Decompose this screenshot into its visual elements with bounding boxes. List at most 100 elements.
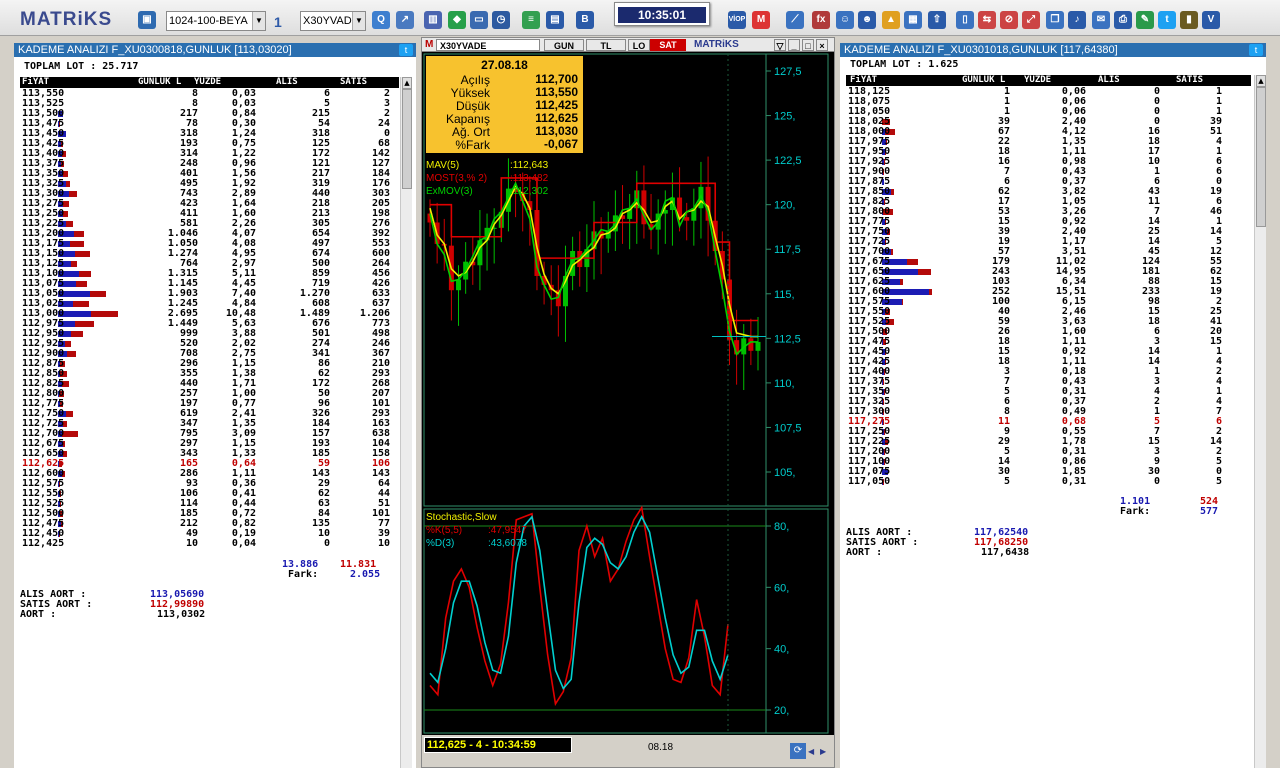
- table-row[interactable]: 113,350 401 1,56 217 184: [20, 169, 399, 179]
- maximize-icon[interactable]: □: [802, 39, 814, 51]
- table-row[interactable]: 118,000 67 4,12 16 51: [846, 127, 1251, 137]
- line-chart-icon[interactable]: ⟋: [786, 11, 804, 29]
- symbol-combo[interactable]: X30YVAD ▼: [300, 11, 366, 31]
- table-row[interactable]: 117,625 103 6,34 88 15: [846, 277, 1251, 287]
- tab-lo[interactable]: LO: [628, 39, 650, 51]
- chat-icon[interactable]: ✎: [1136, 11, 1154, 29]
- table-row[interactable]: 112,575 93 0,36 29 64: [20, 479, 399, 489]
- document-icon[interactable]: ▯: [956, 11, 974, 29]
- table-row[interactable]: 112,750 619 2,41 326 293: [20, 409, 399, 419]
- chevron-down-icon[interactable]: ▽: [774, 39, 786, 51]
- no-entry-icon[interactable]: ⊘: [1000, 11, 1018, 29]
- table-row[interactable]: 117,200 5 0,31 3 2: [846, 447, 1251, 457]
- pointer-icon[interactable]: ↗: [396, 11, 414, 29]
- refresh-icon[interactable]: ⟳: [790, 743, 806, 759]
- table-row[interactable]: 113,125 764 2,97 500 264: [20, 259, 399, 269]
- table-row[interactable]: 117,900 7 0,43 1 6: [846, 167, 1251, 177]
- table-row[interactable]: 117,800 53 3,26 7 46: [846, 207, 1251, 217]
- upload-icon[interactable]: ⇧: [928, 11, 946, 29]
- share-icon[interactable]: ⇆: [978, 11, 996, 29]
- verified-icon[interactable]: V: [1202, 11, 1220, 29]
- table-row[interactable]: 117,925 16 0,98 10 6: [846, 157, 1251, 167]
- table-row[interactable]: 112,775 197 0,77 96 101: [20, 399, 399, 409]
- table-row[interactable]: 112,725 347 1,35 184 163: [20, 419, 399, 429]
- scroll-right-icon[interactable]: ▶: [820, 747, 826, 756]
- table-row[interactable]: 113,500 217 0,84 215 2: [20, 109, 399, 119]
- window-icon[interactable]: ❐: [1046, 11, 1064, 29]
- close-icon[interactable]: ×: [816, 39, 828, 51]
- monitor-icon[interactable]: ▭: [470, 11, 488, 29]
- table-row[interactable]: 117,825 17 1,05 11 6: [846, 197, 1251, 207]
- chevron-down-icon[interactable]: ▼: [352, 12, 365, 30]
- table-row[interactable]: 113,325 495 1,92 319 176: [20, 179, 399, 189]
- table-row[interactable]: 117,575 100 6,15 98 2: [846, 297, 1251, 307]
- viop-icon[interactable]: VİOP: [728, 11, 746, 29]
- user-icon[interactable]: ☺: [836, 11, 854, 29]
- table-row[interactable]: 112,700 795 3,09 157 638: [20, 429, 399, 439]
- table-row[interactable]: 113,175 1.050 4,08 497 553: [20, 239, 399, 249]
- matriks-m-icon[interactable]: M: [752, 11, 770, 29]
- chevron-down-icon[interactable]: ▼: [252, 12, 265, 30]
- clock-icon[interactable]: ◷: [492, 11, 510, 29]
- scroll-left-icon[interactable]: ◀: [808, 747, 814, 756]
- table-row[interactable]: 112,425 10 0,04 0 10: [20, 539, 399, 549]
- table-row[interactable]: 112,500 185 0,72 84 101: [20, 509, 399, 519]
- table-icon[interactable]: ▤: [546, 11, 564, 29]
- table-row[interactable]: 117,050 5 0,31 0 5: [846, 477, 1251, 487]
- table-row[interactable]: 113,400 314 1,22 172 142: [20, 149, 399, 159]
- table-row[interactable]: 112,550 106 0,41 62 44: [20, 489, 399, 499]
- table-row[interactable]: 118,050 1 0,06 0 1: [846, 107, 1251, 117]
- table-row[interactable]: 112,900 708 2,75 341 367: [20, 349, 399, 359]
- table-row[interactable]: 117,475 18 1,11 3 15: [846, 337, 1251, 347]
- table-row[interactable]: 117,600 252 15,51 233 19: [846, 287, 1251, 297]
- page-combo[interactable]: 1024-100-BEYA ▼: [166, 11, 266, 31]
- table-row[interactable]: 117,775 15 0,92 14 1: [846, 217, 1251, 227]
- table-row[interactable]: 117,250 9 0,55 7 2: [846, 427, 1251, 437]
- formula-icon[interactable]: fx: [812, 11, 830, 29]
- table-row[interactable]: 112,850 355 1,38 62 293: [20, 369, 399, 379]
- table-row[interactable]: 113,025 1.245 4,84 608 637: [20, 299, 399, 309]
- table-row[interactable]: 113,000 2.695 10,48 1.489 1.206: [20, 309, 399, 319]
- table-row[interactable]: 113,200 1.046 4,07 654 392: [20, 229, 399, 239]
- print-icon[interactable]: ⎙: [1114, 11, 1132, 29]
- matriks-m-icon[interactable]: M: [425, 39, 433, 51]
- table-row[interactable]: 117,550 40 2,46 15 25: [846, 307, 1251, 317]
- scrollbar[interactable]: ▲: [1254, 75, 1266, 768]
- table-row[interactable]: 117,950 18 1,11 17 1: [846, 147, 1251, 157]
- table-row[interactable]: 113,250 411 1,60 213 198: [20, 209, 399, 219]
- table-row[interactable]: 117,225 29 1,78 15 14: [846, 437, 1251, 447]
- twitter-icon[interactable]: t: [399, 44, 413, 56]
- table-row[interactable]: 117,300 8 0,49 1 7: [846, 407, 1251, 417]
- ranking-icon[interactable]: ▲: [882, 11, 900, 29]
- table-row[interactable]: 117,100 14 0,86 9 5: [846, 457, 1251, 467]
- layout-combo[interactable]: 1: [272, 11, 296, 31]
- resize-icon[interactable]: ⤢: [1022, 11, 1040, 29]
- table-row[interactable]: 117,700 57 3,51 45 12: [846, 247, 1251, 257]
- minimize-icon[interactable]: _: [788, 39, 800, 51]
- table-row[interactable]: 117,750 39 2,40 25 14: [846, 227, 1251, 237]
- table-row[interactable]: 117,675 179 11,02 124 55: [846, 257, 1251, 267]
- table-row[interactable]: 112,600 286 1,11 143 143: [20, 469, 399, 479]
- table-row[interactable]: 112,950 999 3,88 501 498: [20, 329, 399, 339]
- scrollbar-thumb[interactable]: [402, 89, 412, 189]
- mail-icon[interactable]: ✉: [1092, 11, 1110, 29]
- twitter-icon[interactable]: t: [1249, 44, 1263, 56]
- table-row[interactable]: 113,050 1.903 7,40 1.270 633: [20, 289, 399, 299]
- table-row[interactable]: 112,975 1.449 5,63 676 773: [20, 319, 399, 329]
- twitter-icon[interactable]: t: [1158, 11, 1176, 29]
- table-row[interactable]: 117,275 11 0,68 5 6: [846, 417, 1251, 427]
- scrollbar[interactable]: ▲: [400, 77, 412, 768]
- tab-tl[interactable]: TL: [586, 39, 626, 51]
- table-row[interactable]: 112,875 296 1,15 86 210: [20, 359, 399, 369]
- table-row[interactable]: 113,100 1.315 5,11 859 456: [20, 269, 399, 279]
- table-row[interactable]: 118,125 1 0,06 0 1: [846, 87, 1251, 97]
- users-icon[interactable]: ☻: [858, 11, 876, 29]
- table-row[interactable]: 113,550 8 0,03 6 2: [20, 89, 399, 99]
- table-row[interactable]: 117,400 3 0,18 1 2: [846, 367, 1251, 377]
- save-icon[interactable]: ▣: [138, 11, 156, 29]
- table-row[interactable]: 112,825 440 1,71 172 268: [20, 379, 399, 389]
- table-row[interactable]: 112,450 49 0,19 10 39: [20, 529, 399, 539]
- table-row[interactable]: 118,025 39 2,40 0 39: [846, 117, 1251, 127]
- table-row[interactable]: 117,850 62 3,82 43 19: [846, 187, 1251, 197]
- table-row[interactable]: 117,375 7 0,43 3 4: [846, 377, 1251, 387]
